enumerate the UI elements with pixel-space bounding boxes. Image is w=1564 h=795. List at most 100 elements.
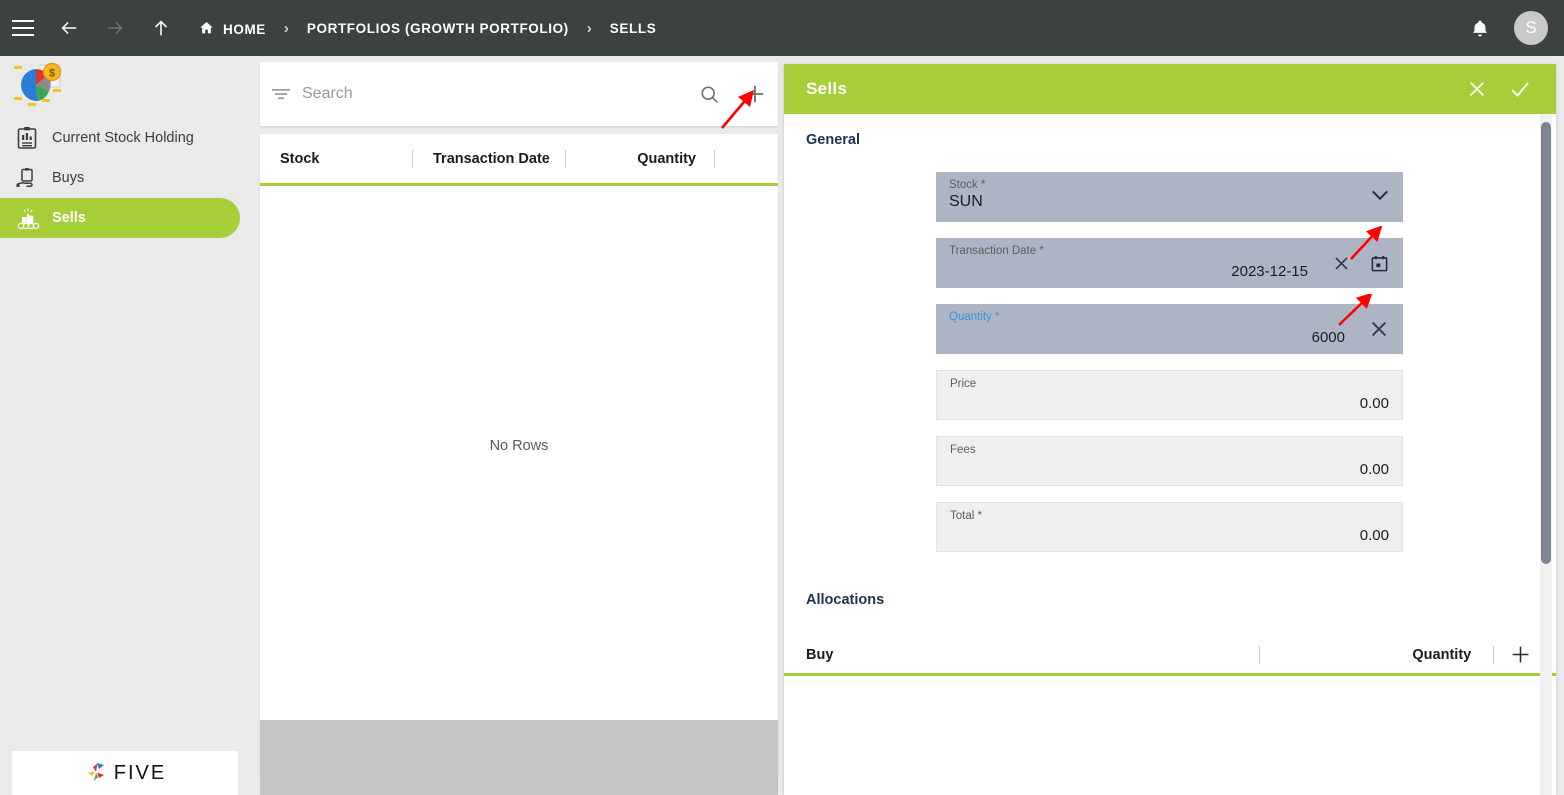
clipboard-report-icon — [10, 126, 44, 150]
field-value-fees: 0.00 — [1359, 461, 1389, 478]
plus-icon — [746, 85, 764, 103]
field-value-total: 0.00 — [1359, 527, 1389, 544]
stock-dropdown-button[interactable] — [1369, 188, 1391, 202]
field-transaction-date[interactable]: Transaction Date * 2023-12-15 — [936, 238, 1403, 288]
sidebar-item-buys[interactable]: Buys — [0, 158, 240, 198]
field-stock[interactable]: Stock * SUN — [936, 172, 1403, 222]
field-value-quantity: 6000 — [1311, 329, 1345, 346]
field-fees[interactable]: Fees 0.00 — [936, 436, 1403, 486]
breadcrumb-separator: › — [283, 19, 289, 37]
column-divider[interactable] — [412, 149, 413, 168]
list-panel-footer — [260, 720, 778, 795]
list-panel: Stock Transaction Date Quantity No Rows — [260, 56, 778, 795]
sidebar-item-sells[interactable]: Sells — [0, 198, 240, 238]
five-footer-logo: FIVE — [12, 751, 238, 795]
sidebar: $ Current Stock Holding Buys Sells FIVE — [0, 56, 248, 795]
field-label-stock: Stock * — [949, 179, 986, 191]
grid-column-quantity[interactable]: Quantity — [618, 151, 696, 167]
search-button[interactable] — [686, 62, 732, 126]
form-fields: Stock * SUN Transaction Date * 2023-12-1… — [784, 172, 1556, 552]
field-total[interactable]: Total * 0.00 — [936, 502, 1403, 552]
section-title-general: General — [806, 132, 860, 148]
add-record-button[interactable] — [732, 62, 778, 126]
calendar-icon — [1371, 255, 1388, 272]
field-label-total: Total * — [950, 510, 982, 522]
allocations-column-quantity[interactable]: Quantity — [1412, 647, 1471, 663]
hand-clipboard-icon — [10, 166, 44, 190]
form-title: Sells — [806, 79, 848, 98]
notifications-button[interactable] — [1458, 0, 1502, 56]
grid-body: No Rows — [260, 186, 778, 706]
bell-icon — [1473, 20, 1487, 36]
field-label-fees: Fees — [950, 444, 976, 456]
form-header-actions — [1466, 77, 1556, 101]
sidebar-item-label: Sells — [52, 210, 86, 226]
quantity-clear-button[interactable] — [1368, 318, 1390, 340]
home-icon — [200, 21, 213, 33]
column-divider[interactable] — [1259, 645, 1261, 664]
five-logo-text: FIVE — [113, 761, 167, 784]
app-root: HOME › PORTFOLIOS (GROWTH PORTFOLIO) › S… — [0, 0, 1564, 795]
allocations-header-row: Buy Quantity — [784, 636, 1556, 676]
grid-column-stock[interactable]: Stock — [280, 151, 412, 167]
check-icon — [1511, 82, 1529, 97]
field-label-transaction-date: Transaction Date * — [949, 245, 1044, 257]
svg-text:$: $ — [49, 68, 55, 80]
search-input[interactable] — [302, 85, 686, 103]
arrow-left-icon — [61, 21, 77, 35]
field-label-quantity: Quantity * — [949, 311, 1000, 323]
column-divider[interactable] — [714, 149, 715, 168]
close-icon — [1469, 81, 1485, 97]
five-mark-icon — [87, 763, 104, 781]
breadcrumb: HOME › PORTFOLIOS (GROWTH PORTFOLIO) › S… — [194, 20, 660, 37]
allocations-column-buy[interactable]: Buy — [806, 647, 833, 663]
transaction-date-picker-button[interactable] — [1370, 254, 1389, 273]
form-vertical-scroll-thumb[interactable] — [1541, 122, 1551, 564]
avatar[interactable]: S — [1514, 11, 1548, 45]
form-save-button[interactable] — [1508, 77, 1532, 101]
field-price[interactable]: Price 0.00 — [936, 370, 1403, 420]
back-button[interactable] — [46, 0, 92, 56]
arrow-right-icon — [107, 21, 123, 35]
filter-icon[interactable] — [260, 87, 302, 101]
breadcrumb-separator: › — [586, 19, 592, 37]
forward-button[interactable] — [92, 0, 138, 56]
search-bar — [260, 62, 778, 126]
sidebar-item-label: Current Stock Holding — [52, 130, 194, 146]
grid-header-row: Stock Transaction Date Quantity — [260, 134, 778, 186]
grid-column-transaction-date[interactable]: Transaction Date — [433, 151, 565, 167]
field-label-price: Price — [950, 378, 977, 390]
form-close-button[interactable] — [1466, 78, 1488, 100]
field-value-price: 0.00 — [1359, 395, 1389, 412]
money-stack-icon — [10, 206, 44, 231]
transaction-date-clear-button[interactable] — [1332, 254, 1351, 273]
top-bar-actions: S — [1458, 0, 1564, 56]
search-icon — [700, 85, 718, 103]
sidebar-item-label: Buys — [52, 170, 85, 186]
section-title-allocations: Allocations — [806, 592, 885, 608]
hamburger-icon — [12, 20, 34, 36]
close-icon — [1371, 321, 1387, 337]
column-divider[interactable] — [565, 149, 566, 168]
column-divider[interactable] — [1493, 645, 1495, 664]
field-value-transaction-date: 2023-12-15 — [1231, 263, 1308, 280]
up-button[interactable] — [138, 0, 184, 56]
form-body: General Stock * SUN Transaction Date * 2… — [784, 114, 1556, 795]
arrow-up-icon — [154, 20, 168, 36]
breadcrumb-item-sells[interactable]: SELLS — [606, 21, 661, 36]
field-quantity[interactable]: Quantity * 6000 — [936, 304, 1403, 354]
form-header: Sells — [784, 64, 1556, 114]
sidebar-item-current-stock-holding[interactable]: Current Stock Holding — [0, 118, 240, 158]
sidebar-nav: Current Stock Holding Buys Sells — [0, 118, 248, 238]
form-panel: Sells General Stock * SUN Transaction Da… — [784, 64, 1556, 795]
breadcrumb-item-home[interactable]: HOME — [194, 20, 270, 37]
hamburger-menu-button[interactable] — [0, 0, 46, 56]
allocations-add-button[interactable] — [1510, 644, 1531, 665]
field-value-stock: SUN — [949, 193, 983, 210]
breadcrumb-label-home: HOME — [223, 21, 266, 37]
close-icon — [1335, 257, 1348, 270]
chevron-down-icon — [1371, 190, 1389, 201]
app-logo: $ — [0, 56, 248, 114]
grid-empty-message: No Rows — [489, 438, 549, 454]
breadcrumb-item-portfolios[interactable]: PORTFOLIOS (GROWTH PORTFOLIO) — [303, 21, 573, 36]
